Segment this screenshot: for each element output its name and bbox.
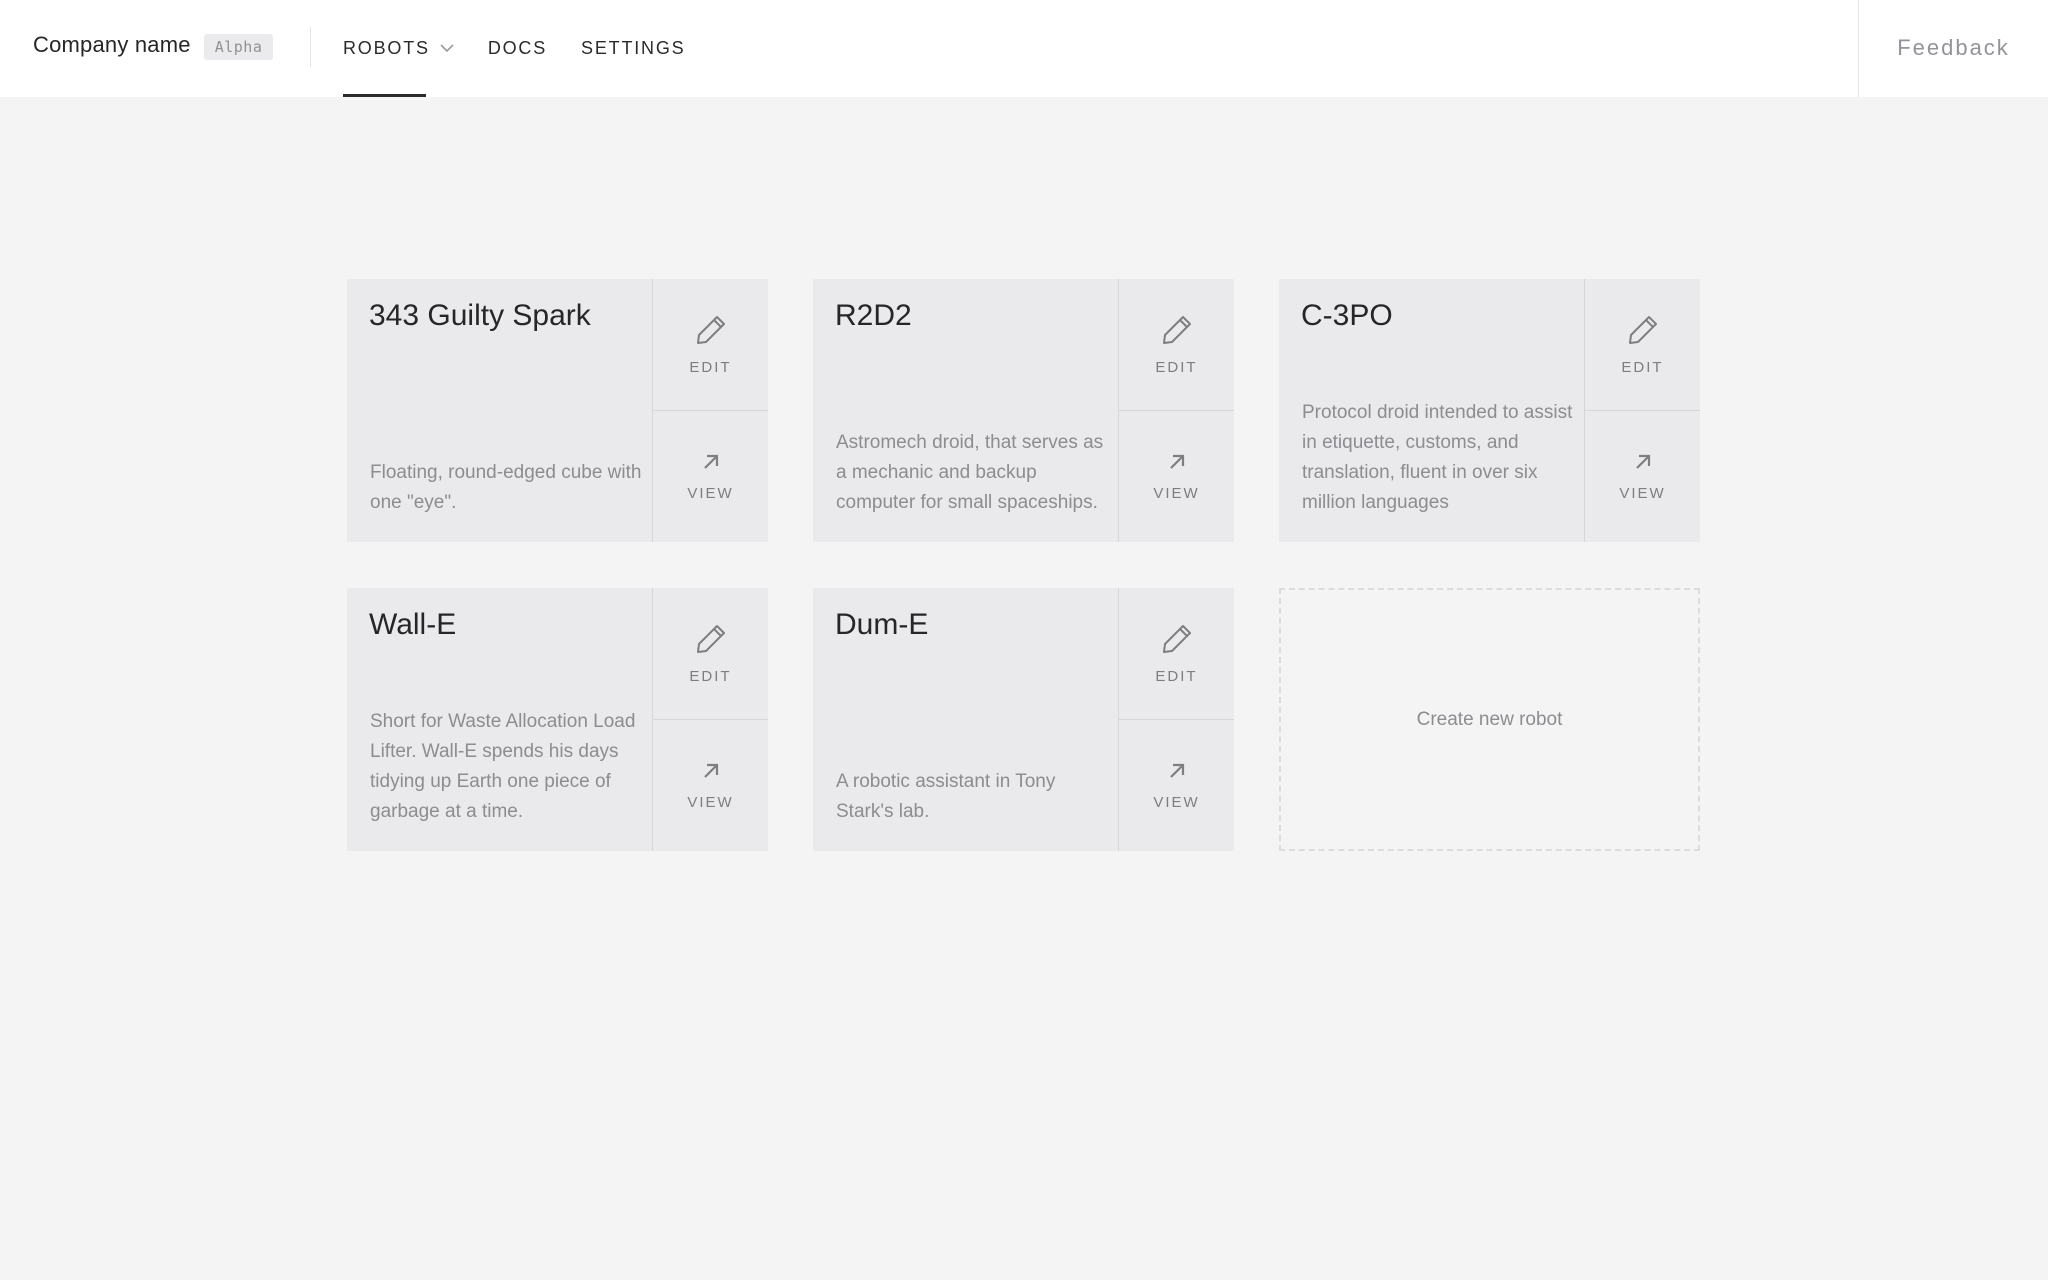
edit-button[interactable]: EDIT	[653, 279, 768, 410]
edit-label: EDIT	[1155, 668, 1198, 685]
robot-card-actions: EDIT VIEW	[653, 588, 768, 851]
arrow-up-right-icon	[700, 451, 722, 478]
robot-description: Short for Waste Allocation Load Lifter. …	[370, 711, 636, 822]
edit-button[interactable]: EDIT	[1585, 279, 1700, 410]
company-name[interactable]: Company name	[33, 32, 191, 58]
view-button[interactable]: VIEW	[653, 719, 768, 851]
view-label: VIEW	[687, 794, 734, 811]
robot-name: C-3PO	[1301, 299, 1393, 332]
edit-button[interactable]: EDIT	[1119, 279, 1234, 410]
robot-card: Wall-E Short for Waste Allocation Load L…	[347, 588, 768, 851]
view-label: VIEW	[687, 485, 734, 502]
nav-item-docs[interactable]: DOCS	[488, 0, 547, 97]
robot-description: Protocol droid intended to assist in eti…	[1302, 402, 1573, 513]
robot-card-actions: EDIT VIEW	[1119, 588, 1234, 851]
edit-label: EDIT	[1155, 359, 1198, 376]
arrow-up-right-icon	[1166, 451, 1188, 478]
robot-card: C-3PO Protocol droid intended to assist …	[1279, 279, 1700, 542]
edit-label: EDIT	[689, 359, 732, 376]
view-label: VIEW	[1153, 794, 1200, 811]
arrow-up-right-icon	[1632, 451, 1654, 478]
view-button[interactable]: VIEW	[1585, 410, 1700, 542]
pencil-icon	[1626, 313, 1660, 352]
pencil-icon	[1160, 313, 1194, 352]
edit-label: EDIT	[689, 668, 732, 685]
nav-item-robots[interactable]: ROBOTS	[343, 0, 454, 97]
view-button[interactable]: VIEW	[1119, 719, 1234, 851]
robot-card-actions: EDIT VIEW	[1585, 279, 1700, 542]
pencil-icon	[694, 622, 728, 661]
edit-label: EDIT	[1621, 359, 1664, 376]
feedback-button[interactable]: Feedback	[1897, 35, 2010, 61]
feedback-area: Feedback	[1858, 0, 2048, 97]
robot-card-body: Wall-E Short for Waste Allocation Load L…	[347, 588, 653, 851]
arrow-up-right-icon	[1166, 760, 1188, 787]
brand-divider	[310, 27, 311, 67]
robot-description: A robotic assistant in Tony Stark's lab.	[836, 771, 1056, 822]
robot-card-body: C-3PO Protocol droid intended to assist …	[1279, 279, 1585, 542]
robot-card: R2D2 Astromech droid, that serves as a m…	[813, 279, 1234, 542]
robot-card-body: R2D2 Astromech droid, that serves as a m…	[813, 279, 1119, 542]
pencil-icon	[1160, 622, 1194, 661]
robot-card-body: Dum-E A robotic assistant in Tony Stark'…	[813, 588, 1119, 851]
robot-description: Floating, round-edged cube with one "eye…	[370, 462, 642, 513]
view-label: VIEW	[1619, 485, 1666, 502]
main-nav: ROBOTS DOCS SETTINGS	[343, 0, 719, 97]
robot-name: Wall-E	[369, 608, 457, 641]
edit-button[interactable]: EDIT	[653, 588, 768, 719]
view-label: VIEW	[1153, 485, 1200, 502]
chevron-down-icon	[440, 44, 454, 53]
robot-description: Astromech droid, that serves as a mechan…	[836, 432, 1104, 513]
arrow-up-right-icon	[700, 760, 722, 787]
robot-card-body: 343 Guilty Spark Floating, round-edged c…	[347, 279, 653, 542]
robot-card: 343 Guilty Spark Floating, round-edged c…	[347, 279, 768, 542]
robot-card-actions: EDIT VIEW	[653, 279, 768, 542]
brand: Company name Alpha	[33, 30, 274, 60]
view-button[interactable]: VIEW	[653, 410, 768, 542]
robot-card-actions: EDIT VIEW	[1119, 279, 1234, 542]
robot-card: Dum-E A robotic assistant in Tony Stark'…	[813, 588, 1234, 851]
edit-button[interactable]: EDIT	[1119, 588, 1234, 719]
create-robot-label: Create new robot	[1416, 708, 1563, 730]
create-robot-button[interactable]: Create new robot	[1279, 588, 1700, 851]
nav-item-label: DOCS	[487, 38, 548, 58]
robot-name: Dum-E	[835, 608, 929, 641]
nav-item-label: ROBOTS	[343, 38, 430, 58]
view-button[interactable]: VIEW	[1119, 410, 1234, 542]
top-navigation-bar: Company name Alpha ROBOTS DOCS SETTINGS …	[0, 0, 2048, 97]
nav-item-settings[interactable]: SETTINGS	[581, 0, 685, 97]
robot-name: R2D2	[835, 299, 912, 332]
robot-name: 343 Guilty Spark	[369, 299, 591, 332]
nav-item-label: SETTINGS	[581, 38, 686, 58]
release-badge: Alpha	[203, 34, 274, 60]
pencil-icon	[694, 313, 728, 352]
